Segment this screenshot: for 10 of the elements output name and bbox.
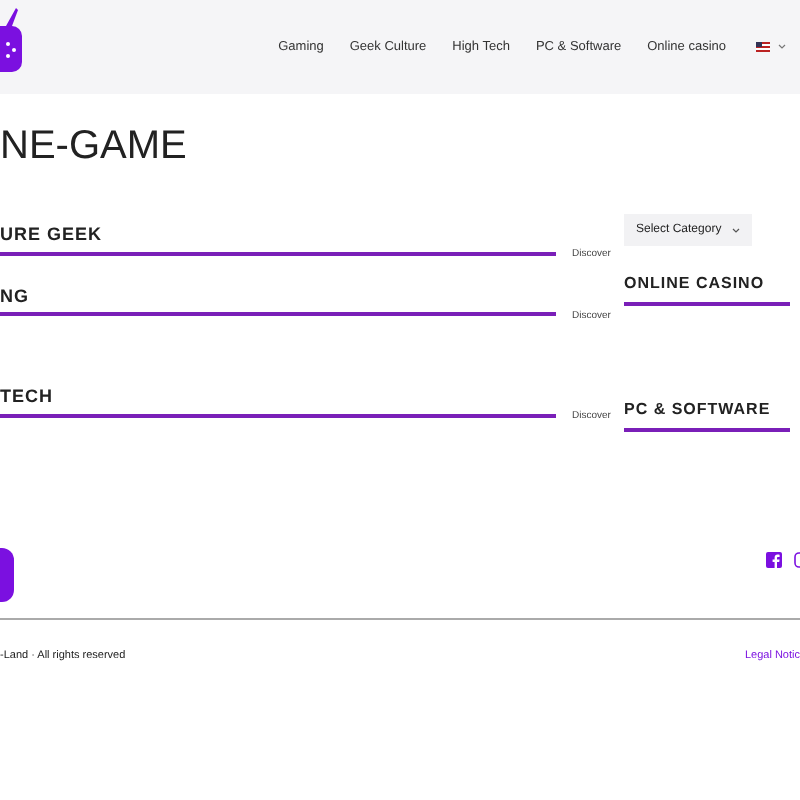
caret-icon xyxy=(732,227,740,233)
widget-heading: ONLINE CASINO xyxy=(624,272,765,296)
flag-icon[interactable] xyxy=(756,42,770,52)
page-title: NE-GAME xyxy=(0,126,187,166)
caret-icon[interactable] xyxy=(778,44,786,50)
facebook-icon[interactable] xyxy=(766,552,782,568)
category-heading: TECH xyxy=(0,384,53,410)
widget-heading: PC & SOFTWARE xyxy=(624,398,771,422)
category-heading: NG xyxy=(0,283,29,309)
category-heading: URE GEEK xyxy=(0,222,103,248)
